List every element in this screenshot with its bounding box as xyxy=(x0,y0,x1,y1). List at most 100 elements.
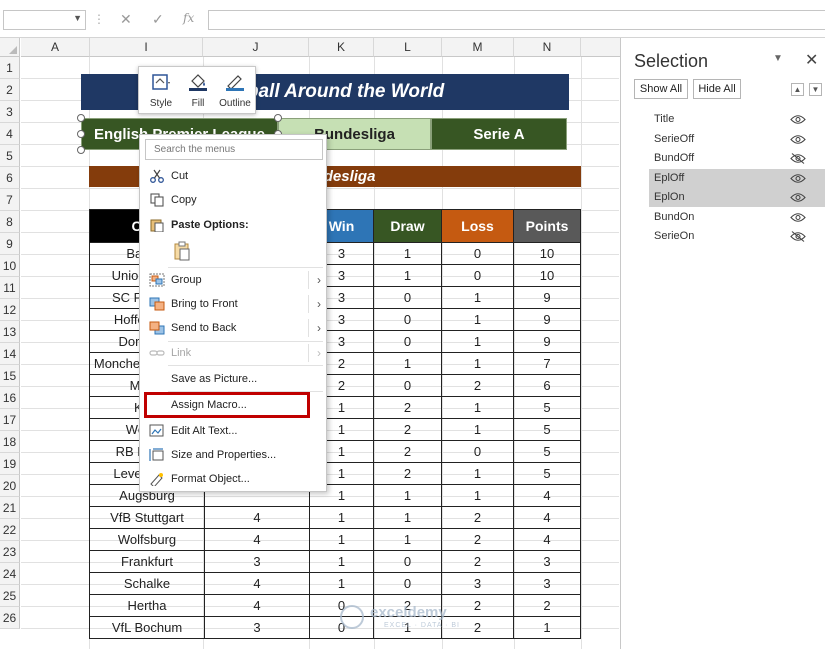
formula-input[interactable] xyxy=(208,10,825,30)
table-cell[interactable]: 5 xyxy=(513,440,581,463)
close-icon[interactable]: ✕ xyxy=(805,50,818,70)
menu-item-cut[interactable]: Cut xyxy=(141,165,326,187)
menu-item-edit-alt-text[interactable]: Edit Alt Text... xyxy=(141,420,326,442)
table-cell[interactable]: 1 xyxy=(373,528,442,551)
table-cell[interactable]: VfL Bochum xyxy=(89,616,205,639)
eye-icon[interactable] xyxy=(790,134,806,145)
table-cell[interactable]: 3 xyxy=(204,616,310,639)
row-header[interactable]: 15 xyxy=(0,365,20,387)
table-cell[interactable]: 0 xyxy=(373,572,442,595)
row-header[interactable]: 16 xyxy=(0,387,20,409)
resize-handle[interactable] xyxy=(274,114,282,122)
selection-item[interactable]: EplOn xyxy=(649,188,825,207)
outline-button[interactable]: Outline xyxy=(216,70,254,112)
table-cell[interactable]: Wolfsburg xyxy=(89,528,205,551)
table-cell[interactable]: 10 xyxy=(513,264,581,287)
row-header[interactable]: 3 xyxy=(0,101,20,123)
table-cell[interactable]: 1 xyxy=(441,396,514,419)
table-cell[interactable]: 4 xyxy=(513,506,581,529)
table-cell[interactable]: 0 xyxy=(373,374,442,397)
table-cell[interactable]: 0 xyxy=(441,440,514,463)
menu-item-bring-to-front[interactable]: Bring to Front › xyxy=(141,293,326,315)
table-cell[interactable]: 1 xyxy=(373,484,442,507)
table-cell[interactable]: 9 xyxy=(513,330,581,353)
bring-forward-arrow-icon[interactable]: ▲ xyxy=(791,83,804,96)
row-header[interactable]: 6 xyxy=(0,167,20,189)
row-header[interactable]: 24 xyxy=(0,563,20,585)
table-cell[interactable]: 1 xyxy=(373,264,442,287)
menu-item-save-as-picture[interactable]: Save as Picture... xyxy=(141,368,326,390)
table-cell[interactable]: 0 xyxy=(373,550,442,573)
table-cell[interactable]: 3 xyxy=(204,550,310,573)
table-cell[interactable]: 1 xyxy=(441,484,514,507)
row-header[interactable]: 23 xyxy=(0,541,20,563)
column-header-m[interactable]: M xyxy=(442,38,514,57)
table-cell[interactable]: 0 xyxy=(441,264,514,287)
table-cell[interactable]: 0 xyxy=(441,242,514,265)
row-header[interactable]: 10 xyxy=(0,255,20,277)
table-cell[interactable]: 5 xyxy=(513,396,581,419)
table-cell[interactable]: 0 xyxy=(373,308,442,331)
row-header[interactable]: 8 xyxy=(0,211,20,233)
table-cell[interactable]: 3 xyxy=(513,572,581,595)
table-cell[interactable]: 4 xyxy=(204,506,310,529)
table-cell[interactable]: 3 xyxy=(513,550,581,573)
table-cell[interactable]: 1 xyxy=(309,572,374,595)
table-cell[interactable]: 2 xyxy=(373,462,442,485)
row-header[interactable]: 26 xyxy=(0,607,20,629)
row-header[interactable]: 14 xyxy=(0,343,20,365)
resize-handle[interactable] xyxy=(77,130,85,138)
table-cell[interactable]: 5 xyxy=(513,462,581,485)
table-cell[interactable]: 1 xyxy=(309,528,374,551)
table-cell[interactable]: 6 xyxy=(513,374,581,397)
table-cell[interactable]: 1 xyxy=(513,616,581,639)
table-cell[interactable]: 1 xyxy=(441,330,514,353)
table-header-cell[interactable]: Loss xyxy=(441,209,514,243)
row-header[interactable]: 20 xyxy=(0,475,20,497)
table-cell[interactable]: 2 xyxy=(441,506,514,529)
table-cell[interactable]: 7 xyxy=(513,352,581,375)
table-cell[interactable]: 1 xyxy=(373,506,442,529)
row-header[interactable]: 2 xyxy=(0,79,20,101)
table-cell[interactable]: 2 xyxy=(513,594,581,617)
column-header-k[interactable]: K xyxy=(309,38,374,57)
table-cell[interactable]: 1 xyxy=(441,286,514,309)
show-all-button[interactable]: Show All xyxy=(634,79,688,99)
selection-item[interactable]: SerieOff xyxy=(649,130,825,149)
table-cell[interactable]: 2 xyxy=(373,396,442,419)
selection-item[interactable]: BundOff xyxy=(649,149,825,168)
table-cell[interactable]: Schalke xyxy=(89,572,205,595)
eye-hidden-icon[interactable] xyxy=(790,153,806,164)
table-cell[interactable]: 0 xyxy=(373,286,442,309)
row-header[interactable]: 4 xyxy=(0,123,20,145)
resize-handle[interactable] xyxy=(77,114,85,122)
table-header-cell[interactable]: Points xyxy=(513,209,581,243)
table-cell[interactable]: 1 xyxy=(441,352,514,375)
table-cell[interactable]: 0 xyxy=(373,330,442,353)
table-cell[interactable]: 2 xyxy=(441,528,514,551)
eye-icon[interactable] xyxy=(790,212,806,223)
column-header-n[interactable]: N xyxy=(514,38,581,57)
table-cell[interactable]: 1 xyxy=(309,550,374,573)
selection-item[interactable]: Title xyxy=(649,110,825,129)
table-header-cell[interactable]: Draw xyxy=(373,209,442,243)
table-cell[interactable]: Frankfurt xyxy=(89,550,205,573)
row-header[interactable]: 25 xyxy=(0,585,20,607)
table-cell[interactable]: 1 xyxy=(441,308,514,331)
hide-all-button[interactable]: Hide All xyxy=(693,79,741,99)
table-cell[interactable]: 9 xyxy=(513,308,581,331)
selection-item[interactable]: EplOff xyxy=(649,169,825,188)
eye-hidden-icon[interactable] xyxy=(790,231,806,242)
table-cell[interactable]: 4 xyxy=(204,528,310,551)
row-header[interactable]: 5 xyxy=(0,145,20,167)
fill-button[interactable]: Fill xyxy=(179,70,217,112)
eye-icon[interactable] xyxy=(790,192,806,203)
selection-item[interactable]: BundOn xyxy=(649,208,825,227)
eye-icon[interactable] xyxy=(790,173,806,184)
menu-item-send-to-back[interactable]: Send to Back › xyxy=(141,317,326,339)
menu-item-format-object[interactable]: Format Object... xyxy=(141,468,326,490)
table-cell[interactable]: 2 xyxy=(373,440,442,463)
table-cell[interactable]: 1 xyxy=(309,506,374,529)
table-cell[interactable]: 4 xyxy=(204,572,310,595)
column-header-l[interactable]: L xyxy=(374,38,442,57)
